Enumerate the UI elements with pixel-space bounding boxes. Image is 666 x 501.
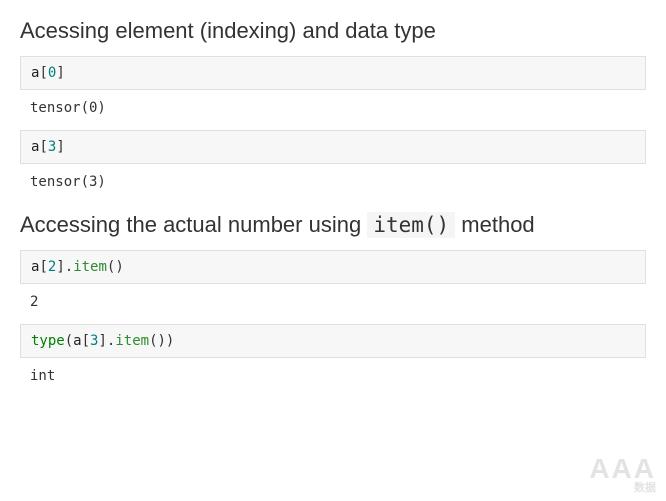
code-cell-2: a[3] <box>20 130 646 164</box>
inline-code: item() <box>367 212 455 238</box>
watermark-main: AAA <box>589 453 656 484</box>
code-cell-3: a[2].item() <box>20 250 646 284</box>
output-cell-1: tensor(0) <box>20 90 646 130</box>
heading-text-post: method <box>455 212 535 237</box>
watermark: AAA 数据 <box>589 453 656 495</box>
code-token: ] <box>98 333 106 349</box>
code-token: ( <box>65 333 73 349</box>
code-token: type <box>31 333 65 349</box>
output-cell-3: 2 <box>20 284 646 324</box>
section-heading-1: Acessing element (indexing) and data typ… <box>20 18 646 44</box>
code-token: ) <box>166 333 174 349</box>
code-token: [ <box>39 139 47 155</box>
code-token: [ <box>82 333 90 349</box>
code-token: . <box>65 259 73 275</box>
code-token: a <box>73 333 81 349</box>
output-cell-2: tensor(3) <box>20 164 646 204</box>
code-token: () <box>107 259 124 275</box>
code-cell-1: a[0] <box>20 56 646 90</box>
code-token: item <box>115 333 149 349</box>
output-cell-4: int <box>20 358 646 398</box>
code-token: () <box>149 333 166 349</box>
code-token: ] <box>56 65 64 81</box>
code-cell-4: type(a[3].item()) <box>20 324 646 358</box>
section-heading-2: Accessing the actual number using item()… <box>20 212 646 238</box>
code-token: ] <box>56 259 64 275</box>
watermark-sub: 数据 <box>589 479 656 495</box>
heading-text-pre: Accessing the actual number using <box>20 212 367 237</box>
code-token: item <box>73 259 107 275</box>
code-token: ] <box>56 139 64 155</box>
code-token: [ <box>39 259 47 275</box>
code-token: [ <box>39 65 47 81</box>
